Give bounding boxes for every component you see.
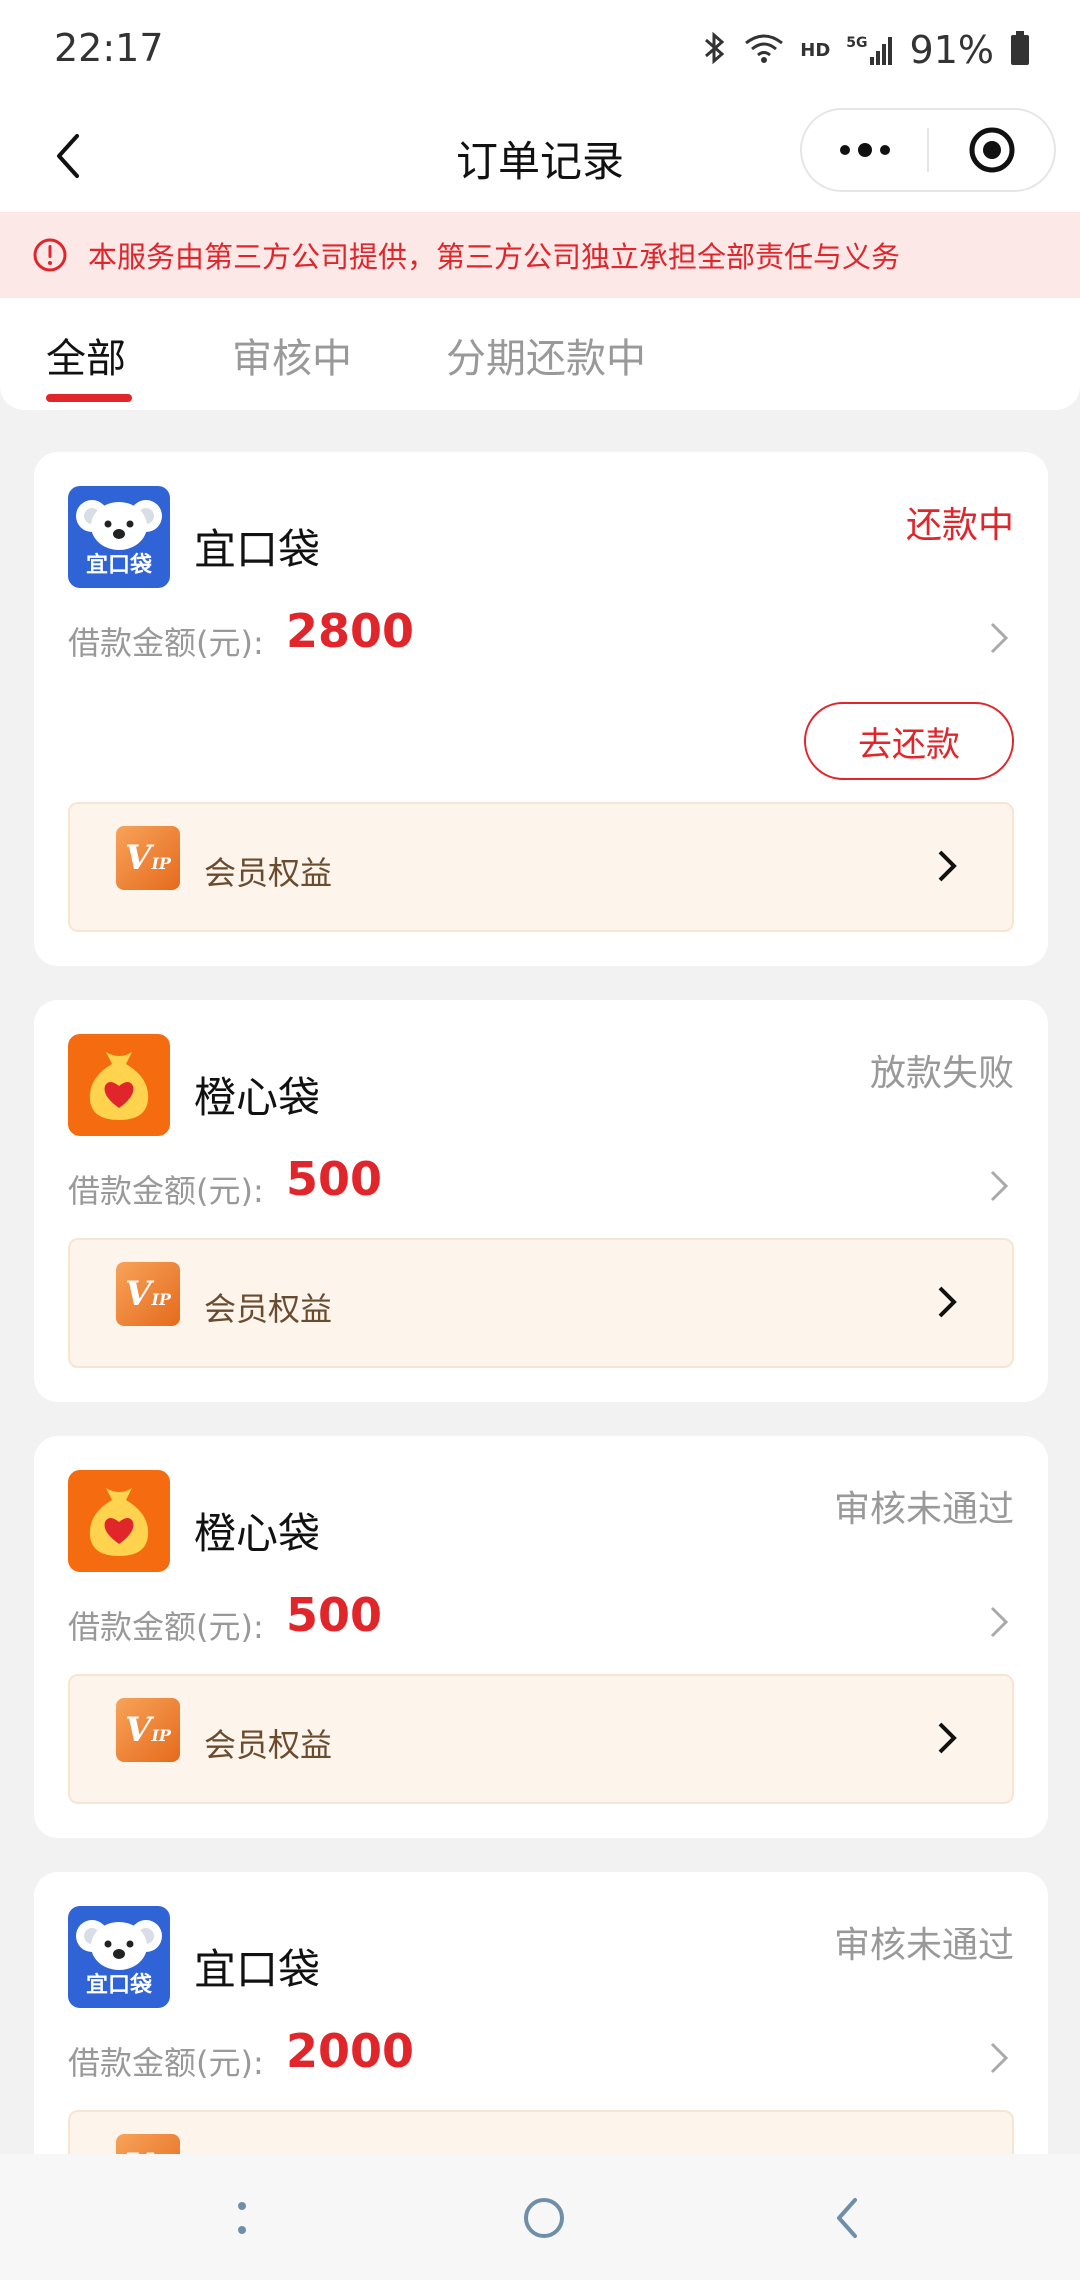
system-nav-bar [0, 2154, 1080, 2280]
target-circle-icon [969, 127, 1014, 173]
chevron-right-icon [932, 1718, 962, 1758]
svg-text:宜口袋: 宜口袋 [86, 552, 153, 578]
vip-icon: VIP [116, 1262, 180, 1326]
vip-label: 会员权益 [204, 854, 333, 892]
app-name: 橙心袋 [194, 1509, 321, 1558]
vip-benefits-row[interactable]: VIP 会员权益 [68, 802, 1014, 932]
order-card[interactable]: 宜口袋 宜口袋 还款中 借款金额(元): 2800 去还款 V IP 会员权益 [34, 452, 1048, 966]
chevron-right-icon [984, 618, 1014, 658]
status-time: 22:17 [54, 26, 164, 70]
vip-label: 会员权益 [204, 1726, 333, 1764]
amount-value: 500 [286, 1152, 383, 1206]
amount-label: 借款金额(元): [68, 1172, 264, 1210]
amount-value: 2800 [286, 604, 415, 658]
notice-banner: 本服务由第三方公司提供，第三方公司独立承担全部责任与义务 [0, 212, 1080, 298]
amount-value: 2000 [286, 2024, 415, 2078]
bluetooth-icon [702, 30, 728, 70]
signal-icon: 5G [846, 35, 893, 65]
tab-installment[interactable]: 分期还款中 [446, 326, 646, 384]
close-mini-program-button[interactable] [929, 110, 1054, 190]
order-status: 审核未通过 [833, 1489, 1014, 1530]
status-icons: HD 5G 91% [702, 26, 1030, 74]
svg-text:宜口袋: 宜口袋 [86, 1972, 153, 1998]
koala-icon: 宜口袋 [68, 1906, 170, 2008]
order-status: 放款失败 [869, 1053, 1014, 1094]
network-label: 5G [846, 35, 868, 51]
battery-icon [1010, 31, 1030, 69]
app-name: 橙心袋 [194, 1073, 321, 1122]
notice-text: 本服务由第三方公司提供，第三方公司独立承担全部责任与义务 [88, 240, 901, 274]
app-name: 宜口袋 [194, 525, 321, 574]
more-dots-icon [839, 143, 890, 157]
order-status: 审核未通过 [833, 1925, 1014, 1966]
chevron-right-icon [932, 1282, 962, 1322]
system-back-button[interactable] [818, 2188, 878, 2248]
vip-benefits-row[interactable]: VIP 会员权益 [68, 1238, 1014, 1368]
tab-all[interactable]: 全部 [46, 326, 126, 384]
repay-button[interactable]: 去还款 [804, 702, 1014, 780]
order-card[interactable]: 橙心袋 审核未通过 借款金额(元): 500 V IP 会员权益 [34, 1436, 1048, 1838]
home-circle-icon [524, 2198, 564, 2238]
alert-circle-icon [33, 238, 67, 272]
money-bag-heart-icon [68, 1470, 170, 1572]
more-button[interactable] [802, 110, 927, 190]
chevron-right-icon [984, 2038, 1014, 2078]
recent-apps-button[interactable] [212, 2188, 272, 2248]
status-bar: 22:17 HD 5G 91% [0, 0, 1080, 100]
order-card[interactable]: 橙心袋 放款失败 借款金额(元): 500 V IP 会员权益 [34, 1000, 1048, 1402]
vip-benefits-row[interactable]: VIP 会员权益 [68, 1674, 1014, 1804]
money-bag-heart-icon [68, 1034, 170, 1136]
amount-label: 借款金额(元): [68, 624, 264, 662]
koala-icon: 宜口袋 [68, 486, 170, 588]
home-button[interactable] [514, 2188, 574, 2248]
tab-reviewing[interactable]: 审核中 [232, 326, 352, 384]
battery-percent: 91% [909, 28, 994, 72]
nav-bar: 订单记录 [0, 100, 1080, 212]
vip-icon: VIP [116, 1698, 180, 1762]
chevron-right-icon [984, 1602, 1014, 1642]
filter-tabs: 全部 审核中 分期还款中 [0, 298, 1080, 410]
amount-value: 500 [286, 1588, 383, 1642]
vip-label: 会员权益 [204, 1290, 333, 1328]
vip-icon: VIP [116, 826, 180, 890]
amount-label: 借款金额(元): [68, 2044, 264, 2082]
chevron-right-icon [932, 846, 962, 886]
amount-label: 借款金额(元): [68, 1608, 264, 1646]
back-arrow-icon [837, 2198, 857, 2238]
recent-apps-icon [238, 2202, 246, 2234]
hd-label: HD [800, 39, 831, 61]
wifi-icon [744, 31, 784, 69]
app-name: 宜口袋 [194, 1945, 321, 1994]
active-tab-indicator [46, 394, 132, 402]
order-status: 还款中 [905, 505, 1014, 546]
mini-program-capsule [800, 108, 1056, 192]
chevron-right-icon [984, 1166, 1014, 1206]
